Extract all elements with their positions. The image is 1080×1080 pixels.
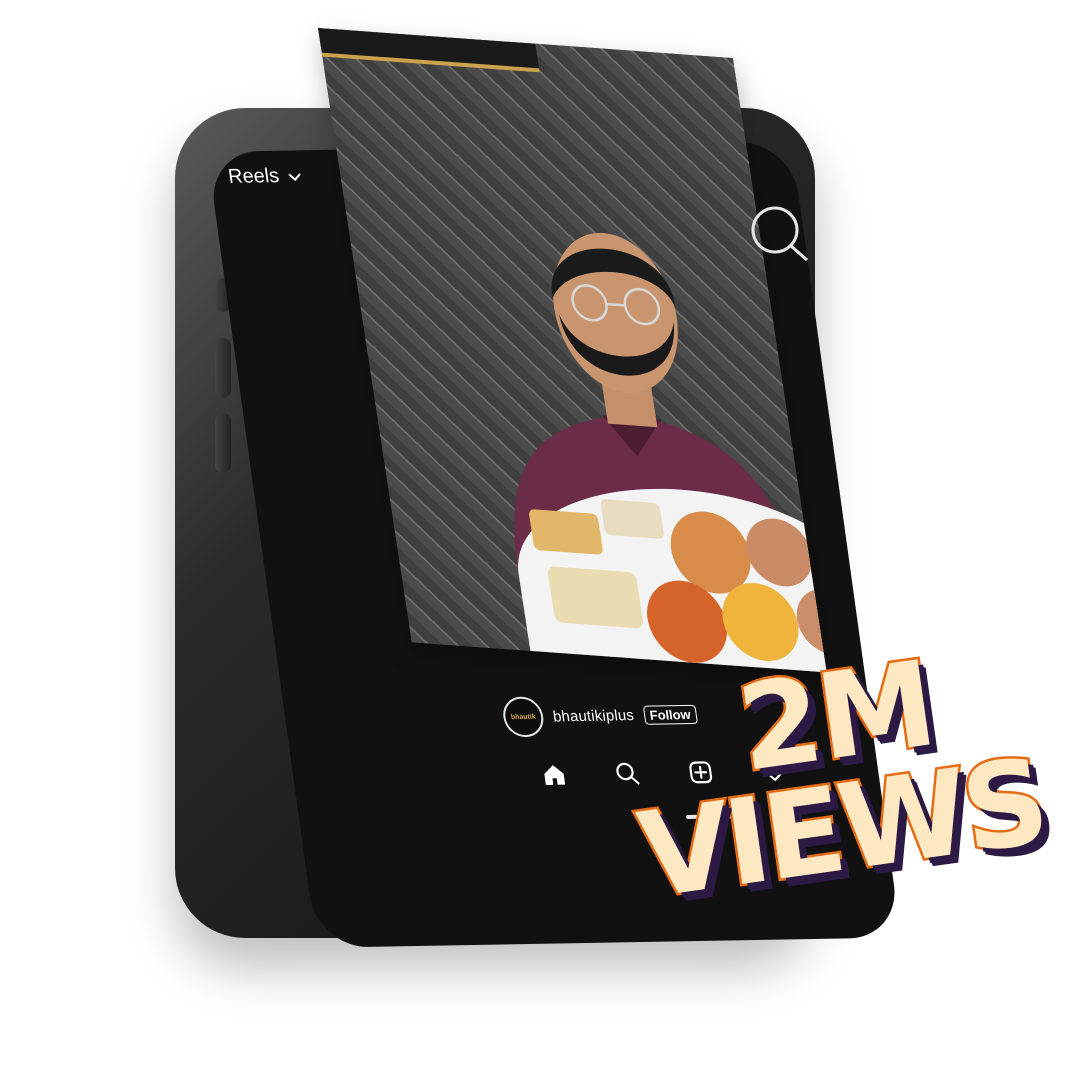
search-outline-icon (751, 206, 808, 262)
chevron-down-icon (288, 173, 301, 181)
shop-sign (318, 28, 540, 73)
home-icon[interactable] (539, 762, 568, 789)
reels-title: Reels (226, 164, 281, 188)
volume-down-button (215, 413, 231, 473)
sweets-image (529, 499, 827, 663)
avatar-logo: bhautik (510, 713, 537, 721)
sweets-plate (503, 476, 827, 673)
reels-header[interactable]: Reels (227, 164, 305, 188)
volume-up-button (215, 338, 231, 398)
avatar[interactable]: bhautik (500, 696, 546, 738)
